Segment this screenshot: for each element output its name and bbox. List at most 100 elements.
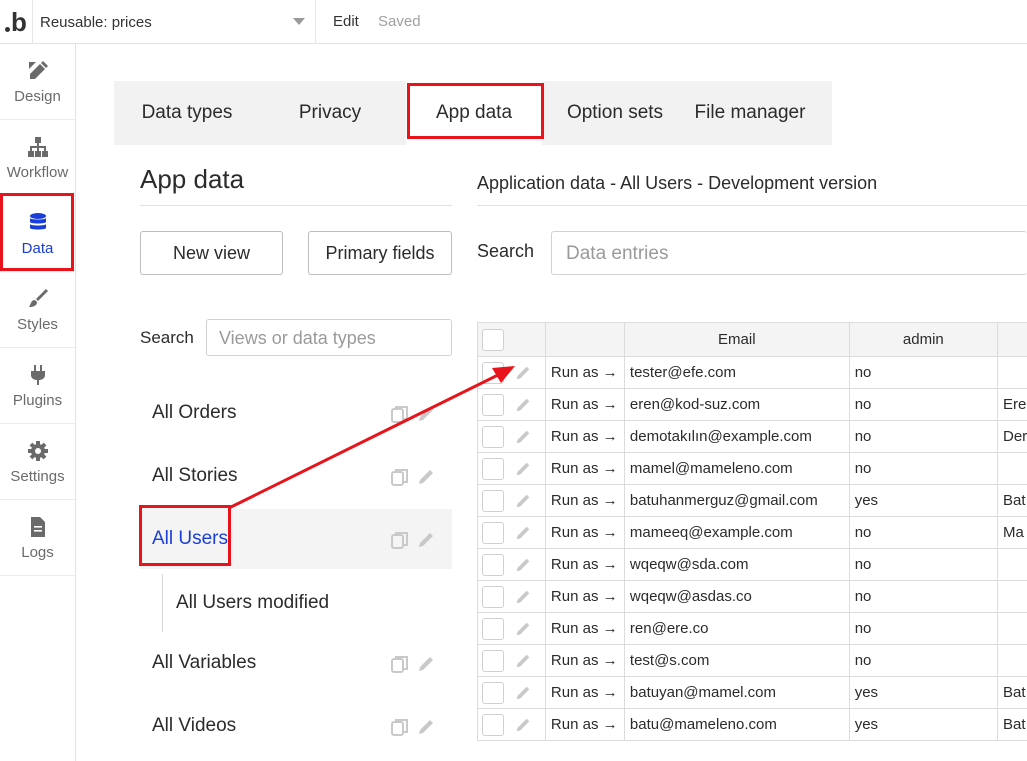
- edit-row-pencil-icon[interactable]: [514, 492, 532, 510]
- row-checkbox[interactable]: [482, 361, 504, 384]
- email-cell: batuyan@mamel.com: [623, 676, 850, 709]
- row-checkbox[interactable]: [482, 489, 504, 512]
- run-as-link[interactable]: Run as →: [544, 676, 625, 709]
- table-row[interactable]: Run as → wqeqw@sda.com no: [477, 548, 1027, 581]
- run-as-link[interactable]: Run as →: [544, 516, 625, 549]
- row-checkbox[interactable]: [482, 681, 504, 704]
- edit-row-pencil-icon[interactable]: [514, 620, 532, 638]
- table-row[interactable]: Run as → tester@efe.com no: [477, 356, 1027, 389]
- row-checkbox[interactable]: [482, 713, 504, 736]
- admin-cell: no: [848, 356, 998, 389]
- edit-row-pencil-icon[interactable]: [514, 396, 532, 414]
- view-item-all-stories[interactable]: All Stories: [140, 446, 452, 506]
- email-cell: tester@efe.com: [623, 356, 850, 389]
- view-item-all-videos[interactable]: All Videos: [140, 696, 452, 756]
- row-checkbox[interactable]: [482, 617, 504, 640]
- run-as-link[interactable]: Run as →: [544, 580, 625, 613]
- data-table: Email admin Run as → tester@efe.com no Run …: [477, 322, 1027, 741]
- table-row[interactable]: Run as → batuyan@mamel.com yes Bat: [477, 676, 1027, 709]
- row-checkbox[interactable]: [482, 393, 504, 416]
- pencil-icon[interactable]: [416, 717, 436, 737]
- row-checkbox[interactable]: [482, 425, 504, 448]
- sidebar-item-settings[interactable]: Settings: [0, 424, 75, 500]
- pencil-icon[interactable]: [416, 404, 436, 424]
- edit-row-pencil-icon[interactable]: [514, 428, 532, 446]
- content-area: Data types Privacy App data Option sets …: [76, 44, 1027, 761]
- table-row[interactable]: Run as → eren@kod-suz.com no Ere: [477, 388, 1027, 421]
- run-as-link[interactable]: Run as →: [544, 388, 625, 421]
- sidebar-item-design[interactable]: Design: [0, 44, 75, 120]
- copy-icon[interactable]: [390, 717, 410, 737]
- view-label: All Variables: [152, 652, 257, 673]
- row-checkbox[interactable]: [482, 649, 504, 672]
- table-row[interactable]: Run as → batuhanmerguz@gmail.com yes Bat: [477, 484, 1027, 517]
- run-as-link[interactable]: Run as →: [544, 644, 625, 677]
- view-item-all-users-modified[interactable]: All Users modified: [162, 574, 452, 632]
- copy-icon[interactable]: [390, 404, 410, 424]
- run-as-link[interactable]: Run as →: [544, 452, 625, 485]
- tab-file-manager[interactable]: File manager: [680, 81, 820, 145]
- pencil-icon[interactable]: [416, 654, 436, 674]
- run-as-link[interactable]: Run as →: [544, 708, 625, 741]
- edit-row-pencil-icon[interactable]: [514, 364, 532, 382]
- sidebar-item-workflow[interactable]: Workflow: [0, 120, 75, 196]
- chevron-down-icon: [293, 18, 305, 25]
- admin-cell: no: [848, 644, 998, 677]
- pencil-icon[interactable]: [416, 530, 436, 550]
- edit-row-pencil-icon[interactable]: [514, 556, 532, 574]
- page-selector[interactable]: Reusable: prices: [32, 0, 316, 44]
- table-row[interactable]: Run as → mamel@mameleno.com no: [477, 452, 1027, 485]
- edit-row-pencil-icon[interactable]: [514, 588, 532, 606]
- row-checkbox[interactable]: [482, 521, 504, 544]
- sidebar-item-plugins[interactable]: Plugins: [0, 348, 75, 424]
- copy-icon[interactable]: [390, 467, 410, 487]
- tab-option-sets[interactable]: Option sets: [550, 81, 680, 145]
- view-item-all-variables[interactable]: All Variables: [140, 633, 452, 693]
- highlight-box-data: [0, 193, 74, 271]
- sidebar-item-label: Styles: [17, 315, 58, 333]
- bubble-logo[interactable]: b: [0, 0, 32, 44]
- new-view-button[interactable]: New view: [140, 231, 283, 275]
- email-header[interactable]: Email: [623, 322, 850, 357]
- sidebar-item-logs[interactable]: Logs: [0, 500, 75, 576]
- row-select-cell: [477, 676, 546, 709]
- table-row[interactable]: Run as → test@s.com no: [477, 644, 1027, 677]
- edit-row-pencil-icon[interactable]: [514, 460, 532, 478]
- row-checkbox[interactable]: [482, 553, 504, 576]
- row-select-cell: [477, 708, 546, 741]
- plug-icon: [26, 363, 50, 387]
- row-select-cell: [477, 356, 546, 389]
- entries-search-input[interactable]: Data entries: [551, 231, 1027, 275]
- view-item-all-orders[interactable]: All Orders: [140, 383, 452, 443]
- edit-row-pencil-icon[interactable]: [514, 684, 532, 702]
- pencil-icon[interactable]: [416, 467, 436, 487]
- admin-header[interactable]: admin: [848, 322, 998, 357]
- run-as-link[interactable]: Run as →: [544, 548, 625, 581]
- table-row[interactable]: Run as → wqeqw@asdas.co no: [477, 580, 1027, 613]
- run-as-link[interactable]: Run as →: [544, 420, 625, 453]
- admin-cell: no: [848, 612, 998, 645]
- table-row[interactable]: Run as → batu@mameleno.com yes Bat: [477, 708, 1027, 741]
- row-checkbox[interactable]: [482, 585, 504, 608]
- table-row[interactable]: Run as → mameeq@example.com no Ma: [477, 516, 1027, 549]
- primary-fields-button[interactable]: Primary fields: [308, 231, 452, 275]
- tab-data-types[interactable]: Data types: [114, 81, 260, 145]
- run-as-link[interactable]: Run as →: [544, 356, 625, 389]
- edit-row-pencil-icon[interactable]: [514, 716, 532, 734]
- top-bar: b Reusable: prices Edit Saved: [0, 0, 1027, 44]
- edit-row-pencil-icon[interactable]: [514, 652, 532, 670]
- next-column-header[interactable]: [996, 322, 1027, 357]
- table-row[interactable]: Run as → ren@ere.co no: [477, 612, 1027, 645]
- run-as-link[interactable]: Run as →: [544, 484, 625, 517]
- views-search-input[interactable]: Views or data types: [206, 319, 452, 356]
- row-checkbox[interactable]: [482, 457, 504, 480]
- table-row[interactable]: Run as → demotakılın@example.com no Der: [477, 420, 1027, 453]
- run-as-link[interactable]: Run as →: [544, 612, 625, 645]
- select-all-checkbox[interactable]: [482, 328, 504, 351]
- tab-privacy[interactable]: Privacy: [260, 81, 400, 145]
- copy-icon[interactable]: [390, 654, 410, 674]
- edit-row-pencil-icon[interactable]: [514, 524, 532, 542]
- copy-icon[interactable]: [390, 530, 410, 550]
- sidebar-item-styles[interactable]: Styles: [0, 272, 75, 348]
- edit-menu[interactable]: Edit: [333, 13, 359, 30]
